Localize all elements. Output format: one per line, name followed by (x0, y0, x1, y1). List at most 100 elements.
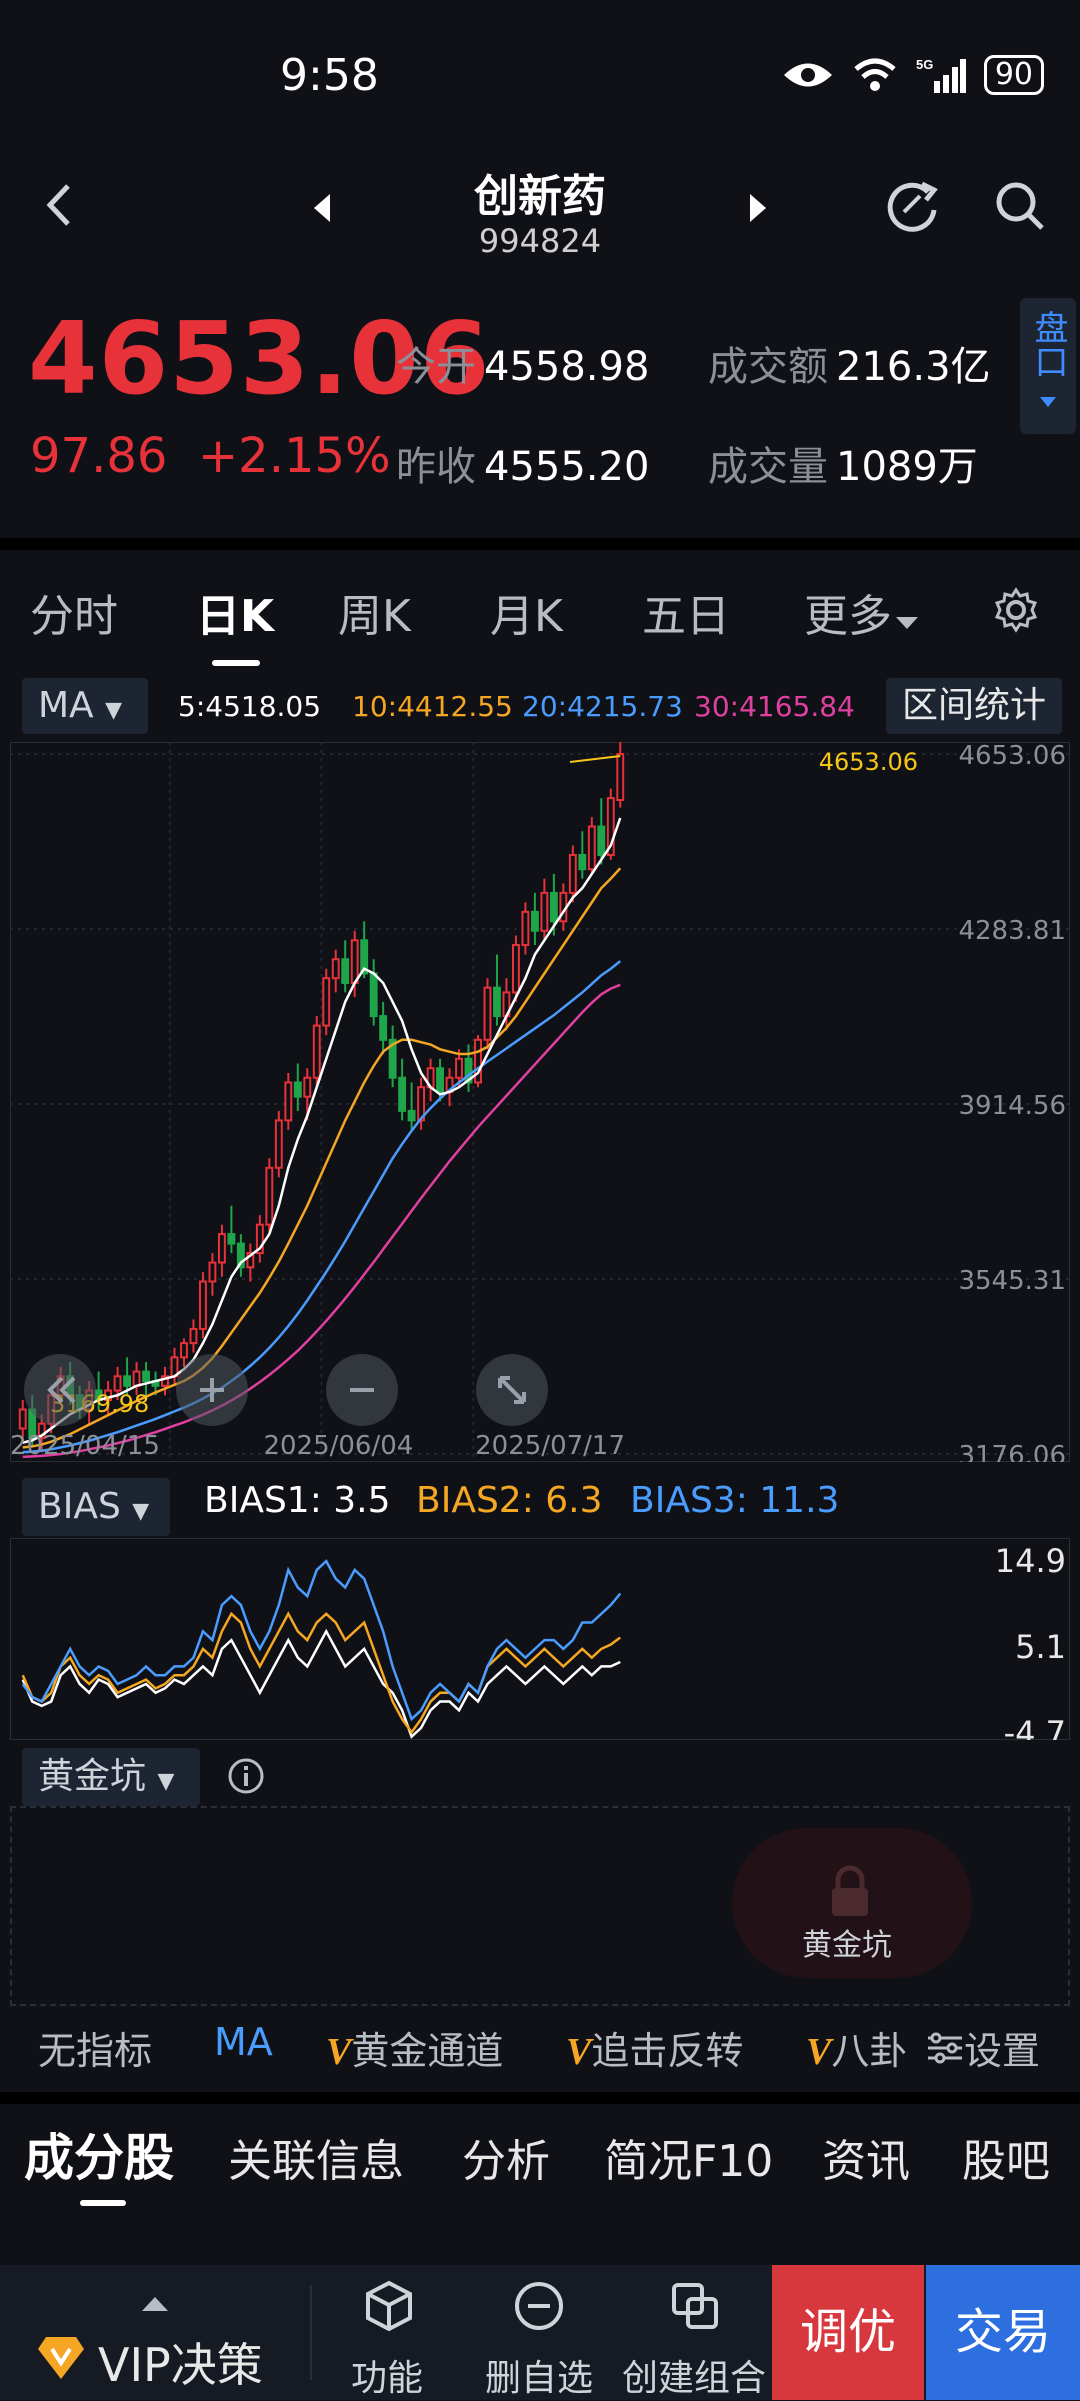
candle-body (341, 958, 350, 984)
pankou-button[interactable]: 盘口 (1020, 298, 1076, 434)
settings-gear-icon[interactable] (992, 586, 1040, 634)
vip-decision-button[interactable]: VIP决策 (20, 2265, 310, 2400)
bias-lines-layer (21, 1559, 622, 1739)
candle-body (455, 1057, 463, 1079)
candle-body (123, 1375, 132, 1387)
status-icons: 5G 90 (782, 55, 1044, 95)
remove-watchlist-label: 删自选 (484, 2358, 593, 2399)
golden-pit-selector[interactable]: 黄金坑 ▼ (22, 1748, 200, 1806)
subtab-forum[interactable]: 股吧 (962, 2125, 1050, 2189)
ma-selector[interactable]: MA ▼ (22, 678, 148, 734)
indicator-ma[interactable]: MA (214, 2020, 273, 2064)
range-stats-button[interactable]: 区间统计 (886, 678, 1062, 734)
indicator-none[interactable]: 无指标 (38, 2020, 152, 2075)
volume-value: 1089万 (836, 444, 978, 490)
candle-body (436, 1067, 444, 1093)
open-label: 今开 (396, 344, 476, 390)
open-row: 今开 4558.98 (396, 334, 649, 392)
candle-body (274, 1119, 283, 1169)
search-icon[interactable] (990, 176, 1050, 236)
status-time: 9:58 (280, 50, 379, 101)
x-tick-label: 2025/04/15 (10, 1431, 160, 1461)
subtab-f10[interactable]: 简况F10 (604, 2125, 773, 2189)
indicator-chase-reversal[interactable]: V追击反转 (566, 2020, 743, 2075)
scroll-left-button[interactable] (24, 1354, 96, 1426)
candle-body (379, 1015, 388, 1041)
indicator-settings[interactable]: 设置 (920, 2020, 1041, 2075)
zoom-out-button[interactable] (326, 1354, 398, 1426)
function-button[interactable]: 功能 (312, 2265, 462, 2400)
candle-body (521, 910, 530, 947)
zoom-in-button[interactable] (176, 1354, 248, 1426)
turnover-row: 成交额 216.3亿 (708, 334, 991, 392)
candle-body (322, 977, 331, 1027)
prev-close-label: 昨收 (396, 444, 476, 490)
bias-series-line (21, 1611, 622, 1735)
candle-body (189, 1327, 198, 1345)
golden-pit-selector-label: 黄金坑 (38, 1756, 147, 1797)
caret-down-icon: ▼ (132, 1499, 150, 1524)
ma10-value: 10:4412.55 (352, 690, 513, 723)
signal-icon: 5G (916, 57, 966, 93)
candle-body (511, 944, 520, 994)
tab-more[interactable]: 更多 (804, 580, 920, 644)
y-tick-label: 3176.06 (958, 1441, 1066, 1462)
minus-circle-icon (515, 2282, 563, 2330)
tab-monthly-k[interactable]: 月K (490, 580, 563, 644)
eye-icon (783, 63, 832, 87)
next-stock-icon[interactable] (744, 190, 772, 226)
candle-body (303, 1076, 312, 1098)
candle-body (199, 1280, 207, 1330)
candle-body (113, 1375, 122, 1392)
candle-body (407, 1109, 416, 1122)
price-change: 97.86 +2.15% (30, 428, 391, 484)
battery-indicator: 90 (983, 55, 1044, 95)
active-tab-indicator (212, 660, 260, 666)
refresh-icon[interactable] (882, 176, 942, 236)
remove-watchlist-button[interactable]: 删自选 (462, 2265, 616, 2400)
vip-v-icon: V (806, 2031, 832, 2073)
candle-body (616, 753, 625, 802)
chevron-up-icon (142, 2297, 168, 2311)
extreme-markers: 4653.063169.98 (50, 748, 918, 1418)
subtab-analysis[interactable]: 分析 (462, 2125, 550, 2189)
change-value: 97.86 (30, 428, 168, 484)
trade-button[interactable]: 交易 (926, 2265, 1080, 2400)
bias-y-tick-label: 5.1 (1015, 1628, 1066, 1666)
vip-diamond-icon (38, 2337, 84, 2379)
tab-daily-k[interactable]: 日K (196, 580, 274, 644)
volume-label: 成交量 (708, 444, 828, 490)
create-portfolio-button[interactable]: 创建组合 (616, 2265, 772, 2400)
bias-y-tick-label: -4.7 (1004, 1714, 1066, 1740)
subtab-related-info[interactable]: 关联信息 (228, 2125, 404, 2189)
create-portfolio-label: 创建组合 (621, 2358, 766, 2399)
ma5-value: 5:4518.05 (178, 690, 322, 723)
prev-close-row: 昨收 4555.20 (396, 434, 649, 492)
tab-weekly-k[interactable]: 周K (338, 580, 411, 644)
subtab-news[interactable]: 资讯 (822, 2125, 910, 2189)
candle-body (578, 853, 587, 871)
info-icon[interactable] (226, 1756, 266, 1796)
wifi-icon (854, 58, 896, 91)
fullscreen-button[interactable] (476, 1354, 548, 1426)
plus-icon (200, 1378, 224, 1402)
optimize-button[interactable]: 调优 (772, 2265, 924, 2400)
x-tick-labels: 2025/04/15 2025/06/04 2025/07/17 (10, 1431, 625, 1461)
caret-down-icon (896, 617, 918, 629)
tab-five-day[interactable]: 五日 (642, 580, 730, 644)
indicator-golden-channel[interactable]: V黄金通道 (326, 2020, 503, 2075)
indicator-golden-channel-label: 黄金通道 (351, 2029, 504, 2073)
candle-body (369, 972, 378, 1018)
subtab-constituents[interactable]: 成分股 (24, 2118, 174, 2190)
bias-chart[interactable]: 14.9 5.1 -4.7 (10, 1538, 1070, 1740)
bias3-value: BIAS3: 11.3 (630, 1480, 840, 1521)
minus-icon (350, 1388, 374, 1392)
pankou-label: 盘口 (1028, 310, 1068, 378)
bias-selector[interactable]: BIAS ▼ (22, 1478, 170, 1536)
tab-fenshi[interactable]: 分时 (30, 580, 118, 644)
turnover-value: 216.3亿 (836, 344, 991, 390)
golden-pit-panel: 黄金坑 (10, 1806, 1070, 2006)
volume-row: 成交量 1089万 (708, 434, 978, 492)
indicator-bagua[interactable]: V八卦 (806, 2020, 907, 2075)
ma-selector-label: MA (38, 685, 94, 726)
